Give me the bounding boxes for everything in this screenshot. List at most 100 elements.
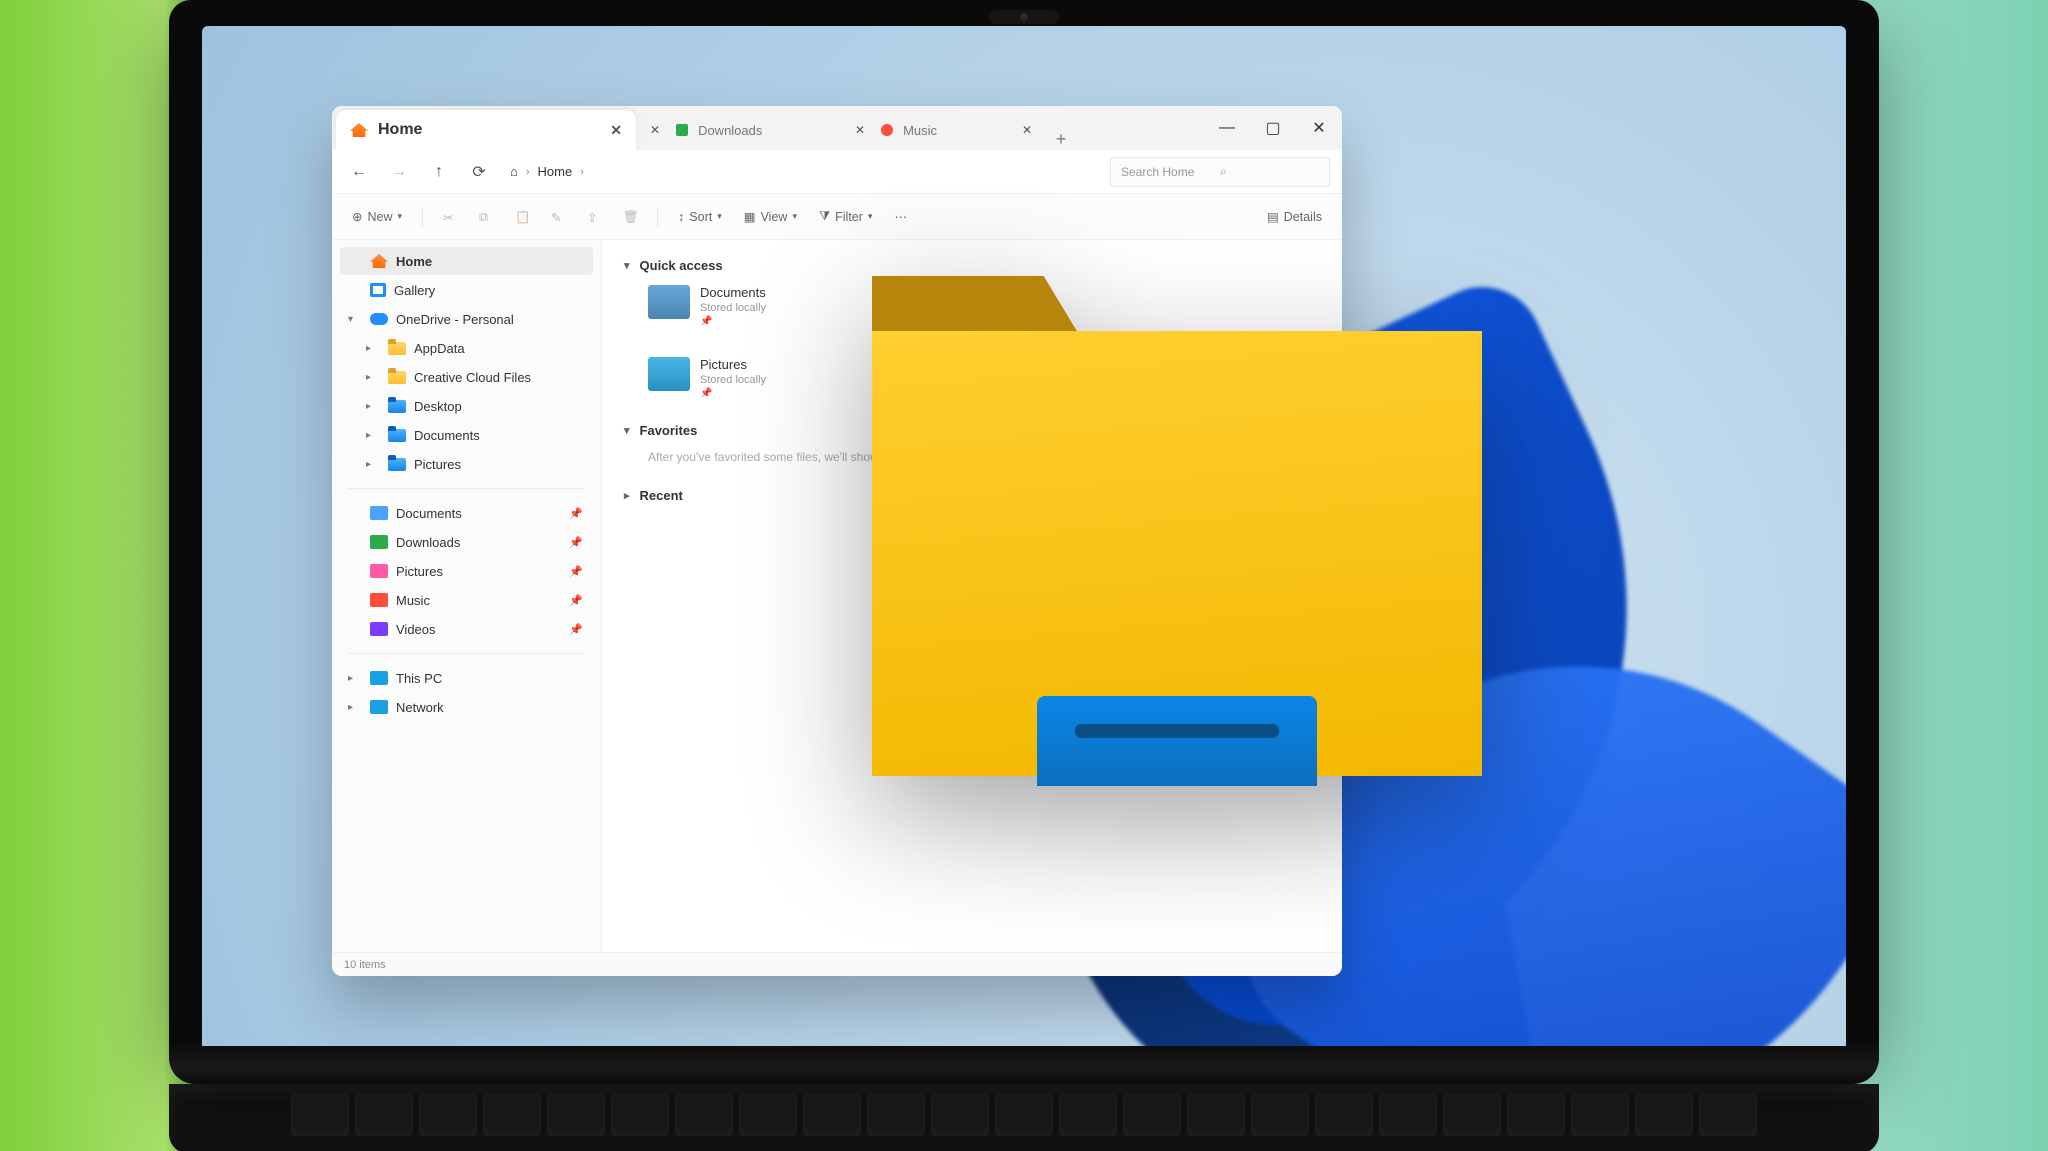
pin-icon: 📌	[569, 536, 583, 549]
sidebar-item-documents[interactable]: ▸ Documents	[340, 421, 593, 449]
sidebar-lib-documents[interactable]: Documents 📌	[340, 499, 593, 527]
documents-icon	[648, 285, 690, 319]
paste-button[interactable]: 📋	[507, 206, 537, 228]
sidebar-item-creative-cloud[interactable]: ▸ Creative Cloud Files	[340, 363, 593, 391]
trash-icon: 🗑	[623, 210, 637, 224]
sidebar-label: Gallery	[394, 283, 435, 298]
tab-home[interactable]: Home ✕	[336, 110, 636, 150]
close-icon[interactable]: ✕	[1022, 123, 1032, 137]
sidebar-label: Documents	[414, 428, 480, 443]
navigation-pane: Home Gallery ▾ OneDrive - Personal ▸	[332, 240, 602, 952]
filter-button[interactable]: ⧩ Filter ▾	[811, 205, 880, 228]
tab-label: Downloads	[698, 123, 762, 138]
folder-file	[1037, 696, 1317, 786]
close-window-button[interactable]: ✕	[1296, 106, 1342, 150]
separator	[657, 207, 658, 227]
back-button[interactable]: ←	[344, 157, 374, 187]
chevron-right-icon[interactable]: ▸	[366, 343, 371, 354]
more-button[interactable]: ⋯	[886, 205, 915, 228]
new-button[interactable]: ⊕ New ▾	[344, 205, 410, 228]
new-tab-button[interactable]: +	[1046, 129, 1076, 150]
chevron-right-icon[interactable]: ▸	[348, 673, 353, 684]
sidebar-item-pictures[interactable]: ▸ Pictures	[340, 450, 593, 478]
view-button[interactable]: ▦ View ▾	[736, 205, 805, 228]
pin-icon: 📌	[569, 507, 583, 520]
home-icon	[370, 254, 388, 268]
quick-item-pictures[interactable]: Pictures Stored locally 📌	[648, 357, 858, 399]
folder-icon	[388, 342, 406, 355]
sidebar-lib-downloads[interactable]: Downloads 📌	[340, 528, 593, 556]
sidebar-label: Pictures	[414, 457, 461, 472]
refresh-button[interactable]: ⟳	[464, 157, 494, 187]
sidebar-item-home[interactable]: Home	[340, 247, 593, 275]
sidebar-label: Documents	[396, 506, 462, 521]
sidebar-item-appdata[interactable]: ▸ AppData	[340, 334, 593, 362]
camera-notch	[989, 10, 1059, 24]
chevron-down-icon[interactable]: ▾	[348, 314, 353, 325]
details-icon: ▤	[1267, 209, 1279, 224]
window-controls: — ▢ ✕	[1204, 106, 1342, 150]
sidebar-item-desktop[interactable]: ▸ Desktop	[340, 392, 593, 420]
documents-icon	[370, 506, 388, 520]
chevron-right-icon[interactable]: ▸	[366, 372, 371, 383]
sidebar-item-network[interactable]: ▸ Network	[340, 693, 593, 721]
desktop: Home ✕ ✕ Downloads ✕ Music ✕ +	[202, 26, 1846, 1046]
folder-icon	[388, 429, 406, 442]
view-icon: ▦	[744, 209, 756, 224]
sidebar-label: Pictures	[396, 564, 443, 579]
folder-icon	[388, 371, 406, 384]
sidebar-lib-videos[interactable]: Videos 📌	[340, 615, 593, 643]
sidebar-item-gallery[interactable]: Gallery	[340, 276, 593, 304]
pictures-icon	[648, 357, 690, 391]
sidebar-label: Home	[396, 254, 432, 269]
rename-icon: ✎	[551, 210, 565, 224]
crumb-home[interactable]: Home	[538, 164, 573, 179]
laptop-hinge	[169, 1046, 1879, 1084]
sort-button[interactable]: ↕ Sort ▾	[670, 206, 730, 228]
chevron-down-icon: ▾	[792, 211, 797, 222]
sidebar-label: Videos	[396, 622, 436, 637]
share-icon: ⇪	[587, 210, 601, 224]
tab-label: Music	[903, 123, 937, 138]
sidebar-lib-music[interactable]: Music 📌	[340, 586, 593, 614]
forward-button[interactable]: →	[384, 157, 414, 187]
delete-button[interactable]: 🗑	[615, 206, 645, 228]
close-icon[interactable]: ✕	[610, 122, 622, 139]
cut-button[interactable]: ✂	[435, 206, 465, 228]
sidebar-item-onedrive[interactable]: ▾ OneDrive - Personal	[340, 305, 593, 333]
copy-button[interactable]: ⧉	[471, 206, 501, 228]
chevron-right-icon[interactable]: ▸	[366, 401, 371, 412]
tab-downloads[interactable]: ✕ Downloads	[636, 110, 841, 150]
share-button[interactable]: ⇪	[579, 206, 609, 228]
downloads-icon	[370, 535, 388, 549]
tab-label: Home	[378, 121, 422, 139]
sidebar-lib-pictures[interactable]: Pictures 📌	[340, 557, 593, 585]
sidebar-item-this-pc[interactable]: ▸ This PC	[340, 664, 593, 692]
quick-item-documents[interactable]: Documents Stored locally 📌	[648, 285, 858, 327]
sort-label: Sort	[689, 210, 712, 224]
tab-music[interactable]: ✕ Music ✕	[841, 110, 1046, 150]
command-bar: ⊕ New ▾ ✂ ⧉ 📋 ✎ ⇪ 🗑 ↕ Sort ▾	[332, 194, 1342, 240]
chevron-right-icon[interactable]: ▸	[366, 430, 371, 441]
up-button[interactable]: ↑	[424, 157, 454, 187]
sidebar-label: Network	[396, 700, 444, 715]
divider	[348, 488, 585, 489]
status-item-count: 10 items	[344, 959, 386, 971]
laptop-frame: Home ✕ ✕ Downloads ✕ Music ✕ +	[169, 0, 1879, 1151]
search-input[interactable]: Search Home ⌕	[1110, 157, 1330, 187]
breadcrumb[interactable]: ⌂ › Home ›	[504, 164, 1100, 179]
close-icon[interactable]: ✕	[855, 123, 865, 137]
sidebar-label: AppData	[414, 341, 465, 356]
section-header-quick-access[interactable]: ▾ Quick access	[624, 258, 1320, 273]
rename-button[interactable]: ✎	[543, 206, 573, 228]
chevron-right-icon[interactable]: ▸	[348, 702, 353, 713]
filter-label: Filter	[835, 210, 863, 224]
folder-icon	[388, 400, 406, 413]
screen-bezel: Home ✕ ✕ Downloads ✕ Music ✕ +	[169, 0, 1879, 1046]
minimize-button[interactable]: —	[1204, 106, 1250, 150]
details-button[interactable]: ▤ Details	[1259, 205, 1330, 228]
address-bar: ← → ↑ ⟳ ⌂ › Home › Search Home ⌕	[332, 150, 1342, 194]
maximize-button[interactable]: ▢	[1250, 106, 1296, 150]
chevron-right-icon[interactable]: ▸	[366, 459, 371, 470]
close-icon[interactable]: ✕	[650, 123, 660, 137]
